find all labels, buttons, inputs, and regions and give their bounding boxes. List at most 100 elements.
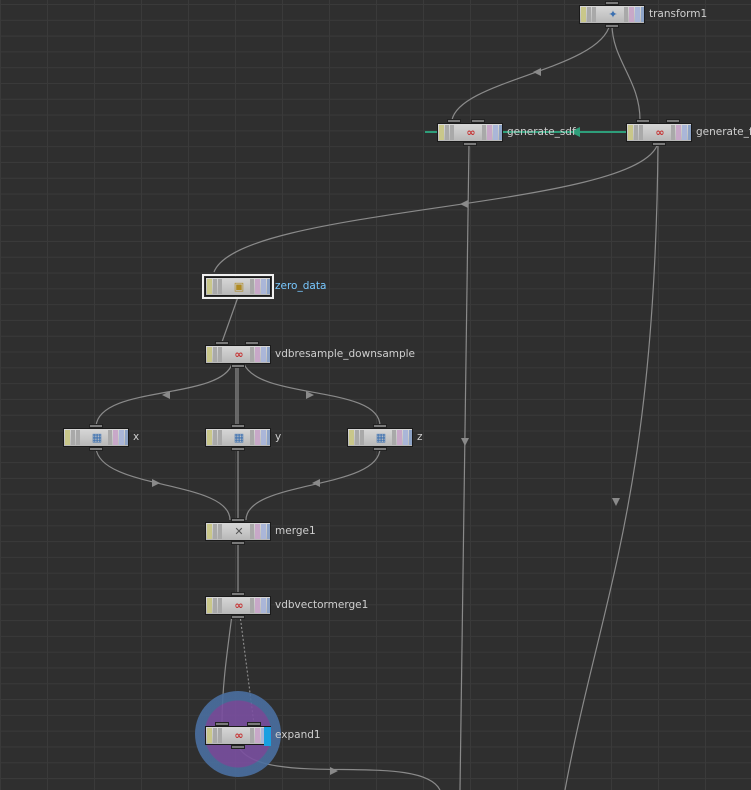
footprint-flag[interactable] <box>629 7 634 22</box>
node-tile[interactable]: ▦ <box>205 428 271 447</box>
display-flag[interactable] <box>688 125 691 140</box>
node-tile[interactable]: ▣ <box>202 274 274 299</box>
template-flag[interactable] <box>76 430 80 445</box>
node-tile[interactable]: ∞ <box>205 596 271 615</box>
node-label[interactable]: y <box>275 429 281 446</box>
bypass-flag[interactable] <box>628 125 633 140</box>
footprint-flag[interactable] <box>397 430 402 445</box>
bypass-flag[interactable] <box>349 430 354 445</box>
template-flag-right[interactable] <box>671 125 675 140</box>
display-flag[interactable] <box>267 598 270 613</box>
render-flag[interactable] <box>261 279 266 294</box>
node-label[interactable]: merge1 <box>275 523 316 540</box>
output-connector[interactable] <box>231 447 245 451</box>
node-label[interactable]: transform1 <box>649 6 707 23</box>
footprint-flag[interactable] <box>255 524 260 539</box>
output-connector[interactable] <box>231 745 245 749</box>
template-flag-right[interactable] <box>250 524 254 539</box>
template-flag-right[interactable] <box>108 430 112 445</box>
node-label[interactable]: x <box>133 429 139 446</box>
render-flag[interactable] <box>635 7 640 22</box>
template-flag-right[interactable] <box>392 430 396 445</box>
footprint-flag[interactable] <box>676 125 681 140</box>
render-flag[interactable] <box>261 598 266 613</box>
node-tile[interactable]: ✦ <box>579 5 645 24</box>
footprint-flag[interactable] <box>255 347 260 362</box>
render-flag[interactable] <box>261 347 266 362</box>
template-flag[interactable] <box>592 7 596 22</box>
template-flag[interactable] <box>218 279 222 294</box>
lock-flag[interactable] <box>355 430 359 445</box>
bypass-flag[interactable] <box>65 430 70 445</box>
lock-flag[interactable] <box>587 7 591 22</box>
display-flag[interactable] <box>267 524 270 539</box>
node-label[interactable]: vdbvectormerge1 <box>275 597 368 614</box>
render-flag[interactable] <box>261 524 266 539</box>
output-connector[interactable] <box>231 364 245 368</box>
render-flag[interactable] <box>493 125 498 140</box>
bypass-flag[interactable] <box>581 7 586 22</box>
node-tile[interactable]: ▦ <box>347 428 413 447</box>
output-connector[interactable] <box>89 447 103 451</box>
output-connector[interactable] <box>231 615 245 619</box>
template-flag-right[interactable] <box>250 728 254 743</box>
template-flag-right[interactable] <box>250 347 254 362</box>
display-flag-active[interactable] <box>264 727 271 746</box>
template-flag[interactable] <box>218 598 222 613</box>
lock-flag[interactable] <box>213 598 217 613</box>
bypass-flag[interactable] <box>207 430 212 445</box>
template-flag[interactable] <box>218 728 222 743</box>
display-flag[interactable] <box>267 430 270 445</box>
lock-flag[interactable] <box>71 430 75 445</box>
node-tile[interactable]: ✕ <box>205 522 271 541</box>
render-flag[interactable] <box>261 430 266 445</box>
lock-flag[interactable] <box>445 125 449 140</box>
bypass-flag[interactable] <box>207 728 212 743</box>
bypass-flag[interactable] <box>207 524 212 539</box>
display-flag[interactable] <box>125 430 128 445</box>
template-flag-right[interactable] <box>250 430 254 445</box>
node-tile[interactable]: ∞ <box>626 123 692 142</box>
output-connector[interactable] <box>373 447 387 451</box>
footprint-flag[interactable] <box>255 430 260 445</box>
template-flag[interactable] <box>450 125 454 140</box>
template-flag-right[interactable] <box>250 598 254 613</box>
display-flag[interactable] <box>267 347 270 362</box>
node-label[interactable]: generate_sdf <box>507 124 576 141</box>
bypass-flag[interactable] <box>207 279 212 294</box>
display-flag[interactable] <box>267 279 270 294</box>
bypass-flag[interactable] <box>207 347 212 362</box>
template-flag[interactable] <box>218 347 222 362</box>
node-label[interactable]: generate_fo <box>696 124 751 141</box>
node-label[interactable]: expand1 <box>275 727 321 744</box>
lock-flag[interactable] <box>213 279 217 294</box>
node-label[interactable]: zero_data <box>275 278 326 295</box>
output-connector[interactable] <box>652 142 666 146</box>
lock-flag[interactable] <box>213 524 217 539</box>
output-connector[interactable] <box>605 24 619 28</box>
template-flag-right[interactable] <box>482 125 486 140</box>
lock-flag[interactable] <box>634 125 638 140</box>
template-flag[interactable] <box>218 430 222 445</box>
node-tile[interactable]: ∞ <box>205 345 271 364</box>
output-connector[interactable] <box>231 541 245 545</box>
render-flag[interactable] <box>403 430 408 445</box>
render-flag[interactable] <box>682 125 687 140</box>
node-label[interactable]: vdbresample_downsample <box>275 346 415 363</box>
display-flag[interactable] <box>409 430 412 445</box>
template-flag[interactable] <box>360 430 364 445</box>
node-tile[interactable]: ∞ <box>205 726 271 746</box>
node-tile[interactable]: ▦ <box>63 428 129 447</box>
lock-flag[interactable] <box>213 347 217 362</box>
lock-flag[interactable] <box>213 430 217 445</box>
render-flag[interactable] <box>119 430 124 445</box>
node-label[interactable]: z <box>417 429 423 446</box>
display-flag[interactable] <box>499 125 502 140</box>
template-flag-right[interactable] <box>250 279 254 294</box>
footprint-flag[interactable] <box>255 728 260 743</box>
template-flag[interactable] <box>639 125 643 140</box>
footprint-flag[interactable] <box>255 598 260 613</box>
display-flag[interactable] <box>641 7 644 22</box>
footprint-flag[interactable] <box>113 430 118 445</box>
bypass-flag[interactable] <box>439 125 444 140</box>
